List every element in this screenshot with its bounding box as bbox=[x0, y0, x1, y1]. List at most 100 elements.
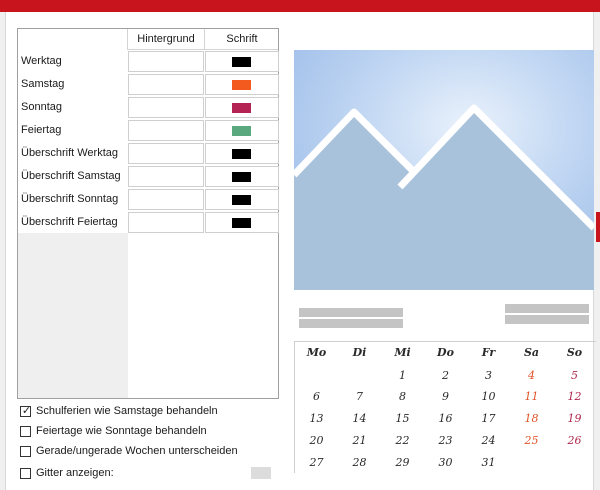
checkbox[interactable]: ✓ bbox=[20, 405, 32, 417]
weekday-header: Di bbox=[352, 346, 367, 359]
header-background: Hintergrund bbox=[137, 33, 195, 45]
color-settings-grid: Hintergrund Schrift Werktag Samstag Sonn… bbox=[17, 28, 279, 399]
color-swatch bbox=[232, 126, 251, 136]
day-cell: 1 bbox=[399, 369, 406, 382]
row-label: Überschrift Werktag bbox=[21, 147, 118, 159]
header-placeholder-bar bbox=[505, 315, 589, 324]
header-placeholder-bar bbox=[299, 319, 403, 328]
day-cell: 20 bbox=[309, 434, 324, 447]
day-cell: 7 bbox=[356, 390, 363, 403]
background-color-cell[interactable] bbox=[128, 51, 204, 72]
day-cell: 15 bbox=[395, 412, 410, 425]
grid-color-swatch[interactable] bbox=[251, 467, 271, 479]
day-cell: 13 bbox=[309, 412, 324, 425]
weekday-header: So bbox=[566, 346, 583, 359]
edge-marker bbox=[596, 212, 600, 242]
header-placeholder-bar bbox=[299, 308, 403, 317]
day-cell: 27 bbox=[309, 456, 324, 469]
option-label: Gerade/ungerade Wochen unterscheiden bbox=[36, 445, 238, 457]
day-cell: 30 bbox=[438, 456, 453, 469]
day-cell: 26 bbox=[567, 434, 582, 447]
day-cell: 10 bbox=[481, 390, 496, 403]
font-color-cell[interactable] bbox=[205, 212, 279, 233]
option-label: Feiertage wie Sonntage behandeln bbox=[36, 425, 207, 437]
day-cell: 28 bbox=[352, 456, 367, 469]
day-cell: 4 bbox=[528, 369, 535, 382]
option-gitter[interactable]: Gitter anzeigen: bbox=[20, 466, 275, 482]
font-color-cell[interactable] bbox=[205, 51, 279, 72]
day-cell: 29 bbox=[395, 456, 410, 469]
day-cell: 6 bbox=[313, 390, 320, 403]
weekday-header: Mi bbox=[394, 346, 411, 359]
header-font: Schrift bbox=[226, 33, 258, 45]
weekday-header: Mo bbox=[306, 346, 327, 359]
color-swatch bbox=[232, 172, 251, 182]
checkbox[interactable] bbox=[20, 446, 31, 457]
color-swatch bbox=[232, 80, 251, 90]
color-swatch bbox=[232, 103, 251, 113]
row-ueberschrift-feiertag: Überschrift Feiertag bbox=[18, 211, 279, 233]
font-color-cell[interactable] bbox=[205, 166, 279, 187]
weekday-header: Sa bbox=[523, 346, 540, 359]
font-color-cell[interactable] bbox=[205, 120, 279, 141]
grid-empty-area bbox=[18, 233, 128, 398]
row-feiertag: Feiertag bbox=[18, 119, 279, 141]
background-color-cell[interactable] bbox=[128, 143, 204, 164]
day-cell: 5 bbox=[571, 369, 578, 382]
title-bar bbox=[0, 0, 600, 12]
row-ueberschrift-sonntag: Überschrift Sonntag bbox=[18, 188, 279, 210]
background-color-cell[interactable] bbox=[128, 166, 204, 187]
day-cell: 19 bbox=[567, 412, 582, 425]
background-color-cell[interactable] bbox=[128, 189, 204, 210]
row-ueberschrift-werktag: Überschrift Werktag bbox=[18, 142, 279, 164]
image-placeholder-icon bbox=[291, 50, 597, 290]
font-color-cell[interactable] bbox=[205, 97, 279, 118]
day-cell bbox=[510, 452, 553, 473]
day-cell: 8 bbox=[399, 390, 406, 403]
row-samstag: Samstag bbox=[18, 73, 279, 95]
day-cell: 23 bbox=[438, 434, 453, 447]
day-cell: 18 bbox=[524, 412, 539, 425]
day-cell bbox=[295, 365, 338, 386]
row-label: Überschrift Sonntag bbox=[21, 193, 119, 205]
row-ueberschrift-samstag: Überschrift Samstag bbox=[18, 165, 279, 187]
color-swatch bbox=[232, 195, 251, 205]
day-cell: 21 bbox=[352, 434, 367, 447]
day-cell bbox=[553, 452, 596, 473]
checkbox[interactable] bbox=[20, 426, 31, 437]
row-label: Samstag bbox=[21, 78, 65, 90]
day-cell: 17 bbox=[481, 412, 496, 425]
background-color-cell[interactable] bbox=[128, 97, 204, 118]
grid-header: Hintergrund Schrift bbox=[18, 29, 278, 50]
row-werktag: Werktag bbox=[18, 50, 279, 72]
row-label: Sonntag bbox=[21, 101, 62, 113]
font-color-cell[interactable] bbox=[205, 143, 279, 164]
background-color-cell[interactable] bbox=[128, 120, 204, 141]
day-cell: 14 bbox=[352, 412, 367, 425]
color-swatch bbox=[232, 218, 251, 228]
header-placeholder-bar bbox=[505, 304, 589, 313]
weekday-header: Do bbox=[437, 346, 454, 359]
checkbox[interactable] bbox=[20, 468, 31, 479]
background-color-cell[interactable] bbox=[128, 212, 204, 233]
row-label: Werktag bbox=[21, 55, 62, 67]
option-label: Gitter anzeigen: bbox=[36, 467, 114, 479]
check-mark-icon: ✓ bbox=[21, 405, 32, 417]
day-cell: 12 bbox=[567, 390, 582, 403]
row-label: Feiertag bbox=[21, 124, 62, 136]
day-cell: 25 bbox=[524, 434, 539, 447]
color-swatch bbox=[232, 149, 251, 159]
background-color-cell[interactable] bbox=[128, 74, 204, 95]
day-cell: 22 bbox=[395, 434, 410, 447]
font-color-cell[interactable] bbox=[205, 189, 279, 210]
day-cell: 11 bbox=[524, 390, 539, 403]
row-label: Überschrift Feiertag bbox=[21, 216, 118, 228]
day-cell: 24 bbox=[481, 434, 496, 447]
row-label: Überschrift Samstag bbox=[21, 170, 121, 182]
day-cell: 9 bbox=[442, 390, 449, 403]
window-edge-left bbox=[0, 12, 6, 490]
day-cell: 31 bbox=[481, 456, 496, 469]
day-cell: 2 bbox=[442, 369, 449, 382]
font-color-cell[interactable] bbox=[205, 74, 279, 95]
color-swatch bbox=[232, 57, 251, 67]
